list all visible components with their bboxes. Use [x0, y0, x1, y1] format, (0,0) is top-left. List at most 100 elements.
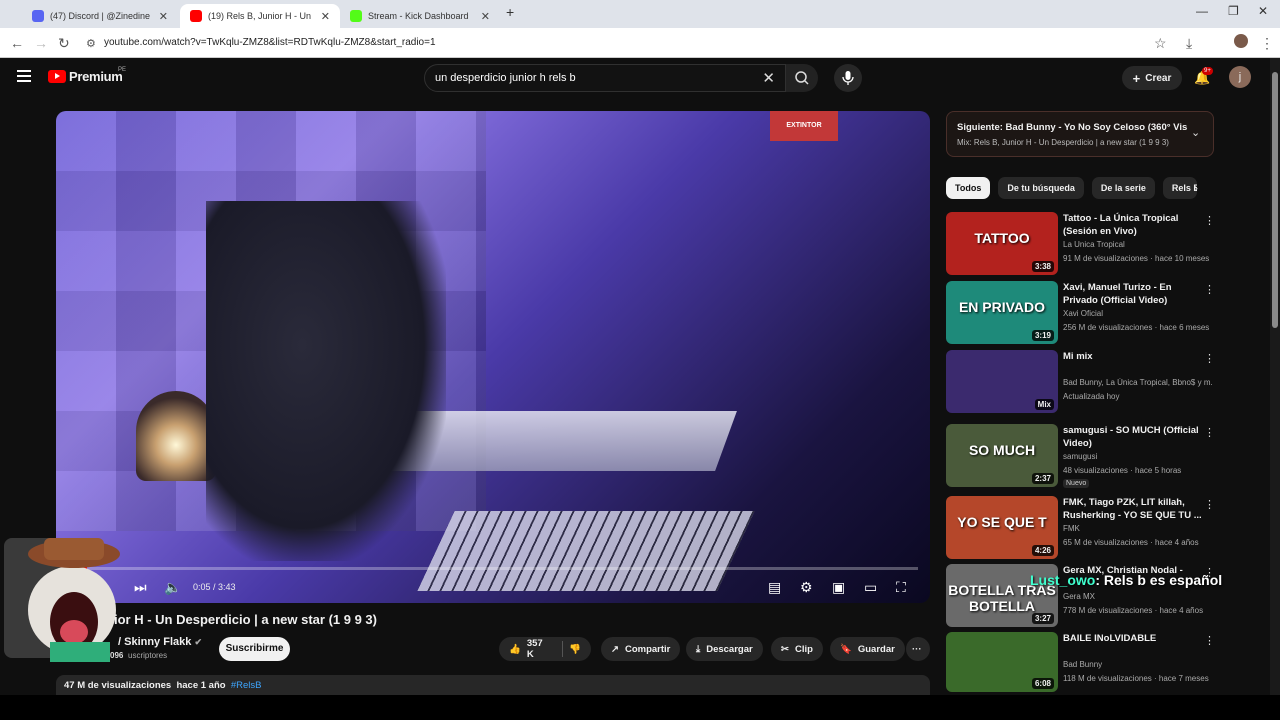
search-button[interactable]: [786, 64, 818, 92]
new-tab-icon[interactable]: +: [506, 4, 514, 20]
thumbnail-text: SO MUCH: [968, 442, 1036, 458]
related-video[interactable]: 6:08 BAILE INoLVIDABLE Bad Bunny 118 M de v…: [946, 632, 1215, 696]
download-icon: ⤓: [696, 643, 701, 655]
window-close-icon[interactable]: ✕: [1258, 4, 1268, 18]
video-thumbnail[interactable]: YO SE QUE T 4:26: [946, 496, 1058, 559]
volume-icon[interactable]: 🔈: [164, 579, 181, 596]
chip-all[interactable]: Todos: [946, 177, 991, 199]
miniplayer-icon[interactable]: ▣: [832, 579, 845, 596]
taskbar: [0, 695, 1280, 720]
reload-icon[interactable]: ↻: [58, 35, 70, 52]
related-title: Xavi, Manuel Turizo - En Privado (Offici…: [1063, 282, 1172, 306]
related-meta: 91 M de visualizaciones · hace 10 meses: [1063, 254, 1210, 263]
kick-icon: [350, 10, 362, 22]
video-thumbnail[interactable]: SO MUCH 2:37: [946, 424, 1058, 487]
related-meta: Actualizada hoy: [1063, 392, 1120, 401]
subscribe-button[interactable]: Suscribirme: [219, 637, 290, 661]
more-vert-icon[interactable]: ⋮: [1204, 498, 1215, 511]
duration-badge: 2:37: [1031, 473, 1054, 484]
related-video[interactable]: SO MUCH 2:37 samugusi - SO MUCH (Official …: [946, 424, 1215, 488]
forward-icon[interactable]: →: [34, 35, 48, 51]
thumbnail-text: YO SE QUE T: [957, 514, 1047, 530]
related-channel: Bad Bunny: [1063, 660, 1103, 669]
more-actions-button[interactable]: ···: [906, 637, 930, 661]
close-icon[interactable]: ✕: [321, 10, 330, 23]
chevron-right-icon[interactable]: ›: [1194, 181, 1198, 195]
address-bar: ← → ↻ ⚙ youtube.com/watch?v=TwKqlu-ZMZ8&…: [0, 28, 1280, 58]
clip-button[interactable]: ✂ Clip: [771, 637, 823, 661]
related-channel: FMK: [1063, 524, 1080, 533]
avatar[interactable]: j: [1229, 66, 1251, 88]
related-channel: Gera MX: [1063, 592, 1096, 601]
close-icon[interactable]: ✕: [481, 10, 490, 23]
share-button[interactable]: ↗ Compartir: [601, 637, 681, 661]
url-field[interactable]: youtube.com/watch?v=TwKqlu-ZMZ8&list=RDT…: [104, 37, 436, 48]
more-vert-icon[interactable]: ⋮: [1204, 214, 1215, 227]
divider: [562, 641, 564, 657]
tab-kick[interactable]: Stream - Kick Dashboard ✕: [340, 4, 500, 28]
related-video[interactable]: Mix Mi mix Bad Bunny, La Única Tropical, B…: [946, 350, 1215, 414]
settings-gear-icon[interactable]: ⚙: [800, 579, 813, 596]
download-icon[interactable]: ⤓: [1186, 35, 1192, 52]
video-thumbnail[interactable]: Mix: [946, 350, 1058, 413]
channel-name[interactable]: / Skinny Flakk ✔: [118, 636, 202, 648]
voice-search-button[interactable]: [834, 64, 862, 92]
fullscreen-icon[interactable]: ⛶: [896, 579, 906, 596]
tab-discord[interactable]: (47) Discord | @Zinedine ◊ ✕: [22, 4, 178, 28]
more-vert-icon[interactable]: ⋮: [1204, 352, 1215, 365]
menu-icon[interactable]: ⋮: [1260, 35, 1274, 52]
like-button[interactable]: 👍 357 K 👎: [499, 637, 591, 661]
back-icon[interactable]: ←: [10, 35, 24, 51]
page-scrollbar[interactable]: [1270, 58, 1280, 695]
video-thumbnail[interactable]: EN PRIVADO 3:19: [946, 281, 1058, 344]
chip-rels-b[interactable]: Rels B: [1162, 177, 1197, 199]
related-video[interactable]: EN PRIVADO 3:19 Xavi, Manuel Turizo - En P…: [946, 281, 1215, 345]
streamer-cat-overlay: 096: [0, 532, 124, 662]
next-icon[interactable]: ⏭: [134, 579, 147, 596]
youtube-logo[interactable]: Premium PE: [48, 67, 127, 84]
tab-youtube[interactable]: (19) Rels B, Junior H - Un Desperdicio ✕: [180, 4, 340, 28]
video-thumbnail[interactable]: TATTOO 3:38: [946, 212, 1058, 275]
next-title: Siguiente: Bad Bunny - Yo No Soy Celoso …: [957, 122, 1187, 133]
related-video[interactable]: TATTOO 3:38 Tattoo - La Única Tropical (Se…: [946, 212, 1215, 276]
create-button[interactable]: + Crear: [1122, 66, 1182, 90]
bookmark-star-icon[interactable]: ☆: [1154, 35, 1167, 52]
verified-icon: ✔: [194, 637, 202, 647]
hashtag-link[interactable]: #RelsB: [231, 680, 262, 691]
related-title: Tattoo - La Única Tropical (Sesión en Vi…: [1063, 213, 1179, 237]
more-vert-icon[interactable]: ⋮: [1204, 426, 1215, 439]
browser-tab-strip: (47) Discord | @Zinedine ◊ ✕ (19) Rels B…: [0, 0, 1280, 28]
search-input[interactable]: un desperdicio junior h rels b ✕: [424, 64, 786, 92]
video-title: ior H - Un Desperdicio | a new star (1 9…: [114, 612, 377, 627]
create-label: Crear: [1145, 72, 1172, 84]
restore-icon[interactable]: ❐: [1228, 4, 1239, 18]
description-box[interactable]: 47 M de visualizaciones hace 1 año #Rels…: [56, 675, 930, 695]
related-title: BAILE INoLVIDABLE: [1063, 633, 1157, 644]
chevron-down-icon[interactable]: ⌄: [1191, 126, 1200, 139]
hamburger-icon[interactable]: [17, 70, 31, 82]
more-vert-icon[interactable]: ⋮: [1204, 634, 1215, 647]
progress-bar[interactable]: [68, 567, 918, 570]
site-info-icon[interactable]: ⚙: [86, 37, 96, 50]
scrollbar-thumb[interactable]: [1272, 72, 1278, 328]
playlist-next-panel[interactable]: Siguiente: Bad Bunny - Yo No Soy Celoso …: [946, 111, 1214, 157]
more-vert-icon[interactable]: ⋮: [1204, 283, 1215, 296]
minimize-icon[interactable]: —: [1196, 4, 1208, 18]
download-button[interactable]: ⤓ Descargar: [686, 637, 763, 661]
clear-search-icon[interactable]: ✕: [762, 69, 775, 87]
related-video[interactable]: YO SE QUE T 4:26 FMK, Tiago PZK, LIT killa…: [946, 496, 1215, 560]
cat-image: [4, 538, 120, 662]
chip-from-series[interactable]: De la serie: [1091, 177, 1155, 199]
tab-label: (19) Rels B, Junior H - Un Desperdicio: [208, 11, 313, 21]
close-icon[interactable]: ✕: [159, 10, 168, 23]
thumbs-down-icon[interactable]: 👎: [569, 644, 581, 655]
subtitles-icon[interactable]: ▤: [768, 579, 781, 596]
chip-from-search[interactable]: De tu búsqueda: [998, 177, 1084, 199]
video-thumbnail[interactable]: 6:08: [946, 632, 1058, 692]
save-button[interactable]: 🔖 Guardar: [830, 637, 905, 661]
profile-icon[interactable]: [1234, 34, 1248, 48]
region-code: PE: [118, 67, 127, 73]
search-icon: [795, 71, 809, 85]
theater-mode-icon[interactable]: ▭: [864, 579, 877, 596]
video-player[interactable]: EXTINTOR ⏭ 🔈 0:05 / 3:43 ▤ ⚙ ▣ ▭ ⛶: [56, 111, 930, 603]
